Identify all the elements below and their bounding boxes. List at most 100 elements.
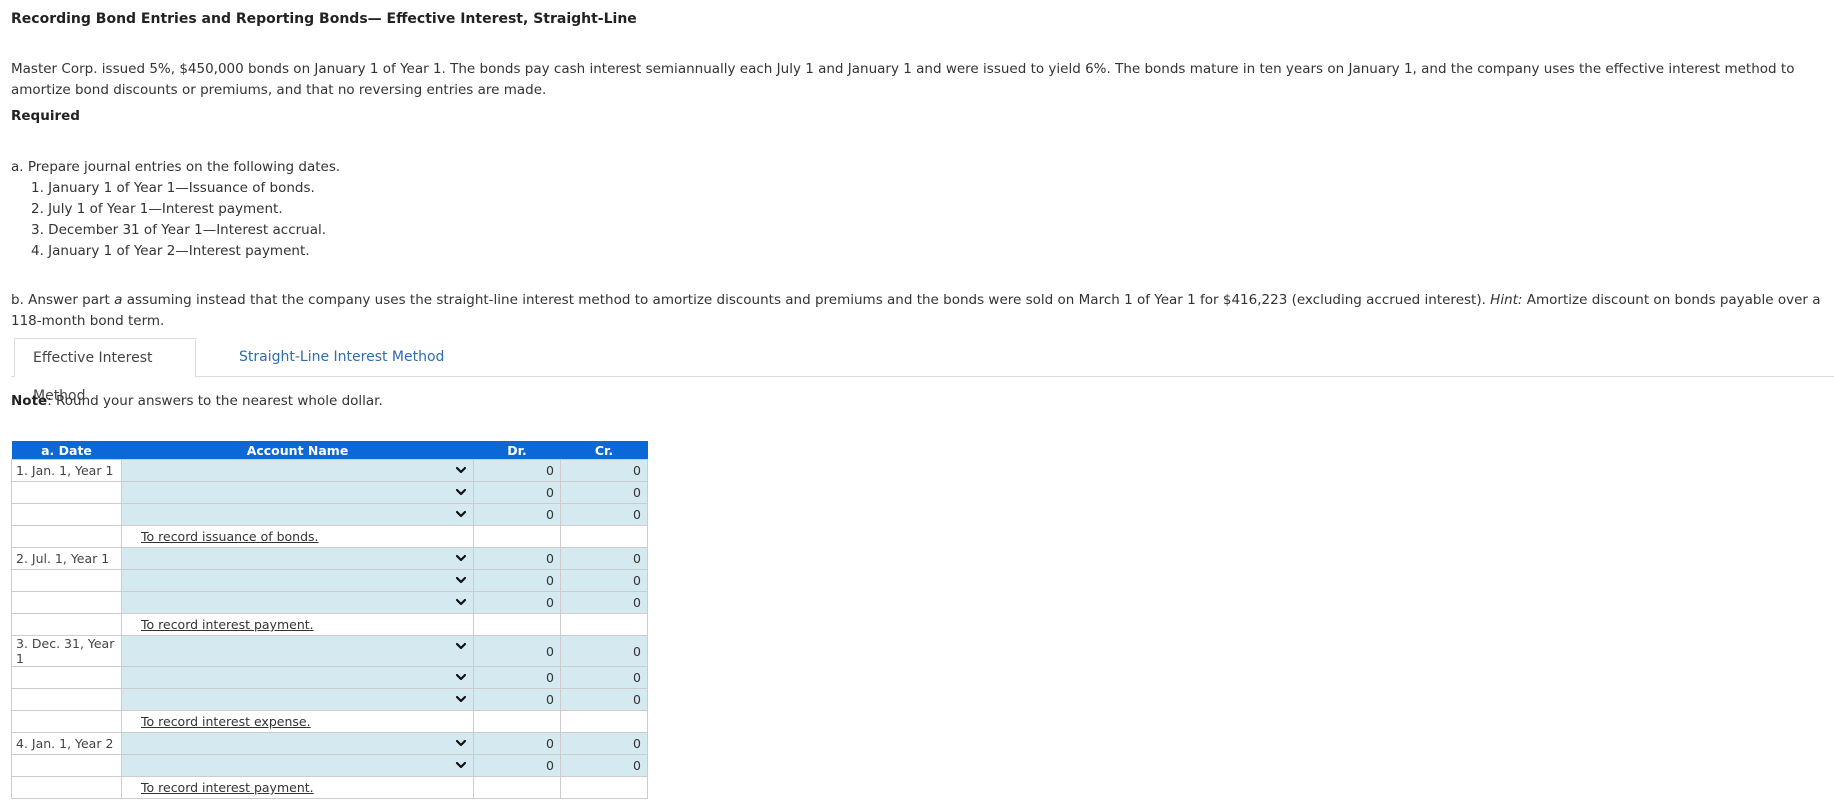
journal-table: a. Date Account Name Dr. Cr. 1. Jan. 1, … [11,441,648,799]
credit-input[interactable]: 0 [560,459,648,482]
credit-blank [560,776,648,799]
entry-memo-link[interactable]: To record issuance of bonds. [122,529,319,544]
credit-input[interactable]: 0 [560,635,648,667]
account-name-select[interactable] [121,503,474,526]
entry-memo-link[interactable]: To record interest expense. [122,714,311,729]
journal-body: 1. Jan. 1, Year 1 0 0 0 0 0 0 To record issuanc… [11,459,648,799]
entry-date [11,688,122,711]
table-row: 3. Dec. 31, Year 1 00 [11,635,648,667]
account-name-select[interactable] [121,547,474,570]
table-row: 00 [11,503,648,526]
part-b-text: assuming instead that the company uses t… [122,292,1491,308]
entry-memo-link[interactable]: To record interest payment. [122,617,314,632]
entry-date: 3. Dec. 31, Year 1 [11,635,122,667]
part-b: b. Answer part a assuming instead that t… [11,290,1821,332]
table-row: 00 [11,481,648,504]
entry-date [11,754,122,777]
account-name-select[interactable] [121,666,474,689]
part-a-lead: a. Prepare journal entries on the follow… [11,159,341,175]
part-a-item: 4. January 1 of Year 2—Interest payment. [31,243,310,259]
part-b-text: b. Answer part [11,292,115,308]
note-label: Note [11,393,48,409]
entry-date [11,569,122,592]
table-row: 1. Jan. 1, Year 1 00 [11,459,648,482]
chevron-down-icon[interactable] [455,508,467,520]
table-header-row: a. Date Account Name Dr. Cr. [11,441,648,460]
debit-input[interactable]: 0 [473,591,561,614]
table-row: 4. Jan. 1, Year 2 00 [11,732,648,755]
debit-input[interactable]: 0 [473,547,561,570]
required-label: Required [11,108,80,124]
debit-input[interactable]: 0 [473,754,561,777]
credit-input[interactable]: 0 [560,754,648,777]
chevron-down-icon[interactable] [455,737,467,749]
credit-blank [560,613,648,636]
debit-input[interactable]: 0 [473,569,561,592]
entry-date [11,666,122,689]
account-name-select[interactable] [121,732,474,755]
memo-row: To record interest payment. [11,613,648,636]
credit-input[interactable]: 0 [560,666,648,689]
chevron-down-icon[interactable] [455,464,467,476]
chevron-down-icon[interactable] [455,671,467,683]
debit-input[interactable]: 0 [473,732,561,755]
account-name-select[interactable] [121,635,474,667]
entry-date [11,503,122,526]
credit-input[interactable]: 0 [560,732,648,755]
memo-row: To record interest payment. [11,776,648,799]
debit-input[interactable]: 0 [473,688,561,711]
credit-input[interactable]: 0 [560,547,648,570]
entry-date [11,481,122,504]
chevron-down-icon[interactable] [455,574,467,586]
chevron-down-icon[interactable] [455,693,467,705]
entry-date-empty [11,525,122,548]
credit-blank [560,710,648,733]
debit-input[interactable]: 0 [473,666,561,689]
entry-memo-link[interactable]: To record interest payment. [122,780,314,795]
memo-row: To record interest expense. [11,710,648,733]
tab-effective-interest[interactable]: Effective Interest Method [14,338,196,404]
chevron-down-icon[interactable] [455,596,467,608]
credit-input[interactable]: 0 [560,688,648,711]
credit-input[interactable]: 0 [560,591,648,614]
entry-date-empty [11,613,122,636]
debit-blank [473,613,561,636]
entry-date: 4. Jan. 1, Year 2 [11,732,122,755]
account-name-select[interactable] [121,754,474,777]
rounding-note: Note: Round your answers to the nearest … [11,393,383,409]
credit-input[interactable]: 0 [560,569,648,592]
tab-straight-line[interactable]: Straight-Line Interest Method [221,338,462,375]
account-name-select[interactable] [121,481,474,504]
entry-date [11,591,122,614]
header-date: a. Date [11,441,122,460]
table-row: 2. Jul. 1, Year 1 00 [11,547,648,570]
debit-input[interactable]: 0 [473,503,561,526]
memo-row: To record issuance of bonds. [11,525,648,548]
credit-input[interactable]: 0 [560,481,648,504]
table-row: 00 [11,591,648,614]
debit-input[interactable]: 0 [473,459,561,482]
entry-date: 1. Jan. 1, Year 1 [11,459,122,482]
chevron-down-icon[interactable] [455,552,467,564]
entry-date-empty [11,710,122,733]
debit-blank [473,710,561,733]
header-dr: Dr. [473,441,561,460]
debit-input[interactable]: 0 [473,481,561,504]
problem-title: Recording Bond Entries and Reporting Bon… [11,11,637,27]
problem-intro: Master Corp. issued 5%, $450,000 bonds o… [11,61,1795,98]
entry-date-empty [11,776,122,799]
credit-input[interactable]: 0 [560,503,648,526]
debit-blank [473,525,561,548]
part-a: a. Prepare journal entries on the follow… [11,157,340,262]
chevron-down-icon[interactable] [455,640,467,652]
part-a-item: 3. December 31 of Year 1—Interest accrua… [31,222,327,238]
account-name-select[interactable] [121,591,474,614]
part-a-item: 1. January 1 of Year 1—Issuance of bonds… [31,180,315,196]
account-name-select[interactable] [121,688,474,711]
chevron-down-icon[interactable] [455,486,467,498]
debit-input[interactable]: 0 [473,635,561,667]
account-name-select[interactable] [121,459,474,482]
note-text: : Round your answers to the nearest whol… [47,393,383,409]
account-name-select[interactable] [121,569,474,592]
chevron-down-icon[interactable] [455,759,467,771]
